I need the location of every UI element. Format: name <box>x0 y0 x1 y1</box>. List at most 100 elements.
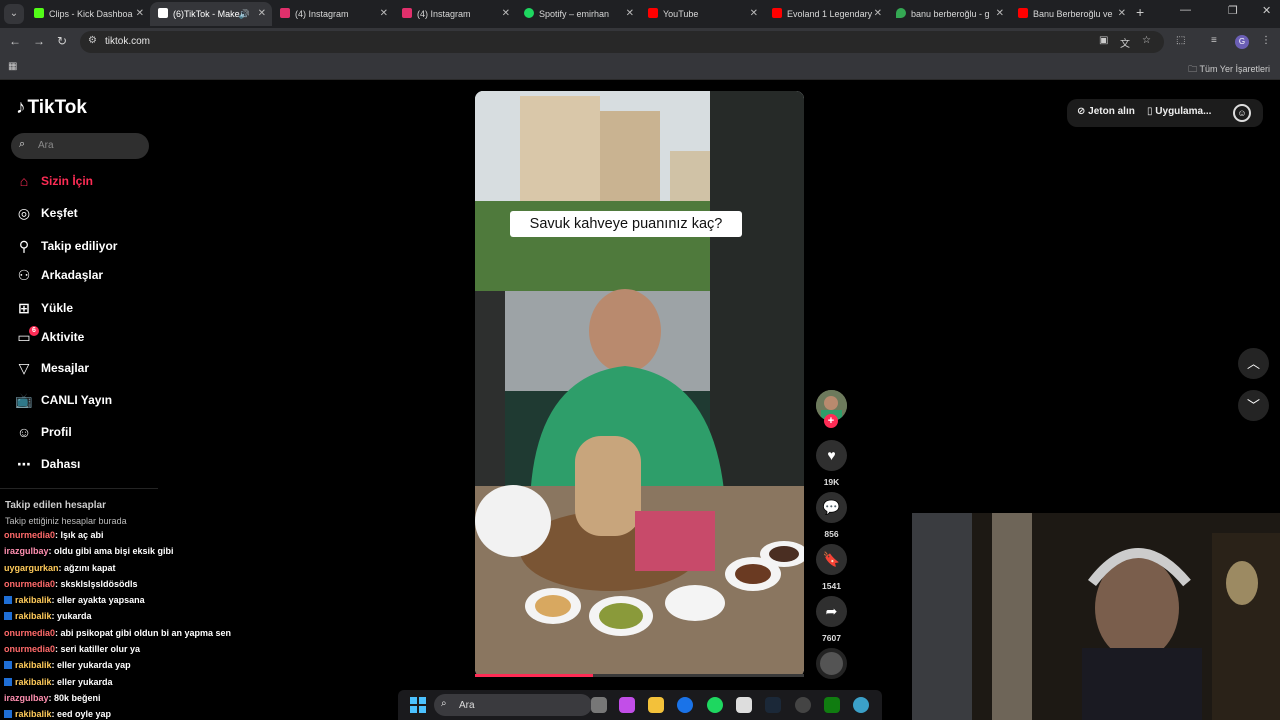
new-tab-plus-icon[interactable]: + <box>1136 4 1144 20</box>
apps-grid-icon[interactable]: ▦ <box>8 61 17 72</box>
translate-icon[interactable]: 文 <box>1120 35 1130 50</box>
close-tab-icon[interactable]: ✕ <box>626 2 634 26</box>
chat-message: irazgulbay: 80k beğeni <box>4 690 304 706</box>
video-frame <box>475 91 804 677</box>
globe-app-icon[interactable] <box>853 697 869 713</box>
previous-video-chevron-up-icon[interactable]: ︿ <box>1238 348 1269 379</box>
follow-plus-button[interactable]: + <box>824 414 838 428</box>
browser-toolbar: ← → ↻ ⚙ tiktok.com ▣ 文 ☆ ⬚ ≡ ⋮ <box>0 28 1280 56</box>
taskbar-search[interactable]: ⌕ Ara <box>434 694 592 716</box>
live-icon: 📺 <box>15 392 33 408</box>
stream-chat-overlay: onurmedia0: Işık aç abi irazgulbay: oldu… <box>4 527 304 720</box>
task-view-icon[interactable] <box>591 697 607 713</box>
nav-upload[interactable]: ⊞ Yükle <box>15 300 73 322</box>
close-tab-icon[interactable]: ✕ <box>258 2 266 26</box>
chrome-menu-icon[interactable]: ⋮ <box>1261 35 1271 46</box>
site-info-icon[interactable]: ⚙ <box>88 35 97 46</box>
chat-text: : eller yukarda <box>51 676 113 687</box>
all-bookmarks-folder[interactable]: 🗀 Tüm Yer İşaretleri <box>1188 62 1270 78</box>
close-tab-icon[interactable]: ✕ <box>996 2 1004 26</box>
steam-icon[interactable] <box>765 697 781 713</box>
save-button[interactable]: 🔖 <box>816 544 847 575</box>
tab-title: YouTube <box>663 9 699 19</box>
browser-tab[interactable]: (4) Instagram ✕ <box>394 2 516 26</box>
cast-icon[interactable]: ▣ <box>1099 35 1108 46</box>
windows-start-icon[interactable] <box>410 697 426 713</box>
store-icon[interactable] <box>736 697 752 713</box>
bookmark-star-icon[interactable]: ☆ <box>1142 35 1151 46</box>
browser-tab-active[interactable]: (6)TikTok - Make 🔊 ✕ <box>150 2 272 26</box>
browser-tab[interactable]: Spotify – emirhan ✕ <box>516 2 640 26</box>
restore-icon[interactable]: ❐ <box>1228 4 1238 17</box>
close-tab-icon[interactable]: ✕ <box>136 2 144 26</box>
user-profile-icon[interactable]: ☺ <box>1233 104 1251 122</box>
xbox-icon[interactable] <box>824 697 840 713</box>
chrome-icon[interactable] <box>677 697 693 713</box>
nav-more[interactable]: ⋯ Dahası <box>15 456 80 478</box>
nav-profile[interactable]: ☺ Profil <box>15 424 72 446</box>
nav-activity[interactable]: ▭ Aktivite 6 <box>15 326 84 351</box>
get-app-button[interactable]: ▯ Uygulama... <box>1147 106 1211 117</box>
url-text[interactable]: tiktok.com <box>105 36 150 47</box>
address-bar[interactable]: ⚙ tiktok.com ▣ 文 ☆ <box>80 31 1164 53</box>
reload-icon[interactable]: ↻ <box>57 34 67 48</box>
instagram-icon <box>280 8 290 18</box>
nav-following[interactable]: ⚲ Takip ediliyor <box>15 238 118 260</box>
video-progress-bar[interactable] <box>475 674 804 677</box>
bookmark-icon: 🔖 <box>822 551 841 567</box>
copilot-icon[interactable] <box>619 697 635 713</box>
get-coins-button[interactable]: ⊘ Jeton alın <box>1077 106 1135 117</box>
close-tab-icon[interactable]: ✕ <box>1118 2 1126 26</box>
home-icon: ⌂ <box>19 173 29 189</box>
save-count: 1541 <box>822 581 841 591</box>
extensions-icon[interactable]: ⬚ <box>1176 35 1185 46</box>
forward-arrow-icon[interactable]: → <box>33 34 45 48</box>
close-tab-icon[interactable]: ✕ <box>874 2 882 26</box>
nav-friends[interactable]: ⚇ Arkadaşlar <box>15 267 103 289</box>
nav-live[interactable]: 📺 CANLI Yayın <box>15 392 112 414</box>
browser-tab[interactable]: (4) Instagram ✕ <box>272 2 394 26</box>
browser-tab[interactable]: Clips - Kick Dashboa ✕ <box>26 2 150 26</box>
file-explorer-icon[interactable] <box>648 697 664 713</box>
close-window-icon[interactable]: ✕ <box>1262 4 1271 17</box>
back-arrow-icon[interactable]: ← <box>9 34 21 48</box>
tab-search-chevron-icon[interactable]: ⌄ <box>4 4 24 24</box>
browser-tab[interactable]: Banu Berberoğlu ve ✕ <box>1010 2 1132 26</box>
share-count: 7607 <box>822 633 841 643</box>
bookmarks-bar: ▦ 🗀 Tüm Yer İşaretleri <box>0 56 1280 80</box>
media-controls-icon[interactable]: ≡ <box>1211 35 1217 46</box>
browser-tab[interactable]: Evoland 1 Legendary ✕ <box>764 2 888 26</box>
spotify-icon[interactable] <box>707 697 723 713</box>
share-button[interactable]: ➦ <box>816 596 847 627</box>
notification-badge: 6 <box>29 326 39 336</box>
tiktok-note-icon: ♪ <box>16 97 26 118</box>
browser-tab[interactable]: YouTube ✕ <box>640 2 764 26</box>
folder-icon: 🗀 <box>1188 64 1200 74</box>
browser-tab[interactable]: banu berberoğlu - g ✕ <box>888 2 1010 26</box>
chat-message: onurmedia0: Işık aç abi <box>4 527 304 543</box>
video-player[interactable] <box>475 91 804 677</box>
next-video-chevron-down-icon[interactable]: ﹀ <box>1238 390 1269 421</box>
close-tab-icon[interactable]: ✕ <box>502 2 510 26</box>
music-disc[interactable] <box>816 648 847 679</box>
get-coins-label: Jeton alın <box>1088 106 1135 117</box>
audio-playing-icon[interactable]: 🔊 <box>239 2 250 26</box>
nav-explore[interactable]: ◎ Keşfet <box>15 205 78 227</box>
nav-messages[interactable]: ▽ Mesajlar <box>15 360 89 382</box>
nav-label: CANLI Yayın <box>41 393 113 407</box>
browser-profile-avatar[interactable]: G <box>1235 35 1249 49</box>
tiktok-logo[interactable]: ♪ TikTok <box>16 97 87 119</box>
comment-button[interactable]: 💬 <box>816 492 847 523</box>
like-button[interactable]: ♥ <box>816 440 847 471</box>
chat-message: onurmedia0: seri katiller olur ya <box>4 641 304 657</box>
search-input[interactable]: ⌕ Ara <box>11 133 149 159</box>
obs-icon[interactable] <box>795 697 811 713</box>
chat-message: irazgulbay: oldu gibi ama bişi eksik gib… <box>4 543 304 559</box>
minimize-icon[interactable]: — <box>1180 4 1191 16</box>
close-tab-icon[interactable]: ✕ <box>750 2 758 26</box>
close-tab-icon[interactable]: ✕ <box>380 2 388 26</box>
nav-for-you[interactable]: ⌂ Sizin İçin <box>15 173 93 195</box>
chat-username: onurmedia0 <box>4 644 56 655</box>
taskbar-search-label: Ara <box>459 700 475 711</box>
nav-label: Arkadaşlar <box>41 268 104 282</box>
